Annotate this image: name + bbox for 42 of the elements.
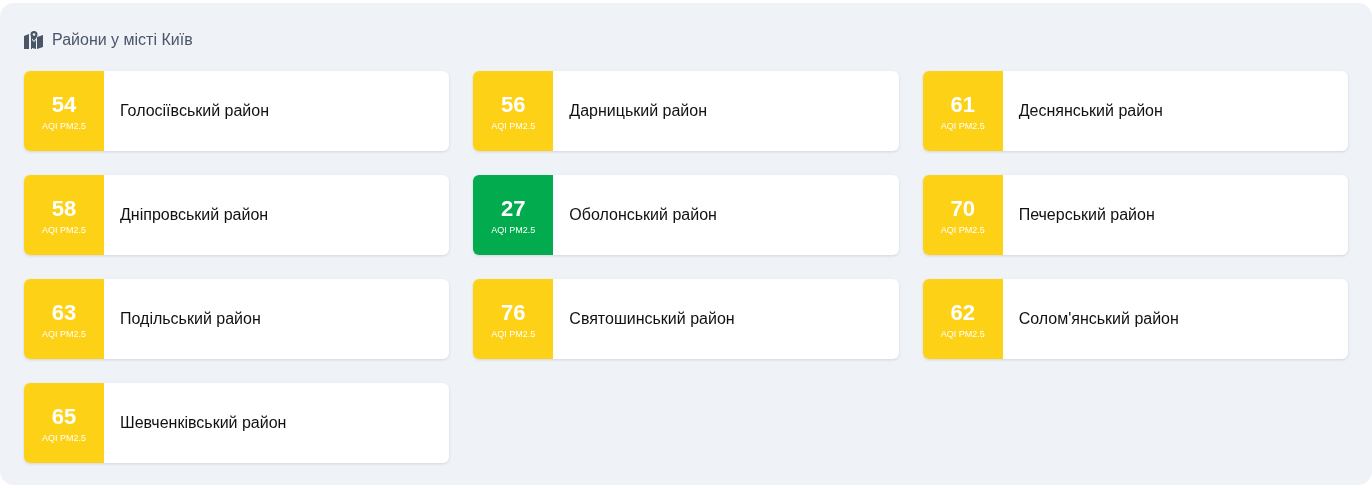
aqi-unit: AQI PM2.5 [491, 224, 536, 235]
aqi-unit: AQI PM2.5 [940, 224, 985, 235]
aqi-unit: AQI PM2.5 [42, 120, 86, 131]
aqi-value: 76 [501, 299, 526, 326]
district-name: Святошинський район [569, 310, 735, 328]
aqi-unit: AQI PM2.5 [940, 328, 985, 339]
district-name: Подільський район [120, 310, 261, 328]
district-card[interactable]: 62 AQI PM2.5 Солом'янський район [922, 279, 1348, 359]
section-title: Райони у місті Київ [52, 31, 193, 49]
district-card[interactable]: 54 AQI PM2.5 Голосіївський район [24, 71, 450, 151]
aqi-value: 63 [51, 299, 77, 326]
aqi-unit: AQI PM2.5 [940, 120, 985, 131]
district-name: Деснянський район [1018, 102, 1163, 120]
aqi-unit: AQI PM2.5 [42, 432, 86, 443]
aqi-unit: AQI PM2.5 [42, 224, 86, 235]
district-card[interactable]: 58 AQI PM2.5 Дніпровський район [24, 175, 450, 255]
district-name: Оболонський район [569, 206, 717, 224]
district-name: Шевченківський район [120, 414, 287, 432]
district-card[interactable]: 27 AQI PM2.5 Оболонський район [473, 175, 899, 255]
aqi-unit: AQI PM2.5 [491, 120, 536, 131]
aqi-value: 27 [501, 195, 526, 222]
district-card[interactable]: 76 AQI PM2.5 Святошинський район [473, 279, 899, 359]
district-name: Дарницький район [569, 102, 708, 120]
aqi-unit: AQI PM2.5 [42, 328, 86, 339]
aqi-unit: AQI PM2.5 [491, 328, 536, 339]
district-card[interactable]: 56 AQI PM2.5 Дарницький район [473, 71, 899, 151]
district-name: Печерський район [1018, 206, 1155, 224]
district-card[interactable]: 61 AQI PM2.5 Деснянський район [922, 71, 1348, 151]
aqi-value: 61 [950, 91, 975, 118]
aqi-value: 54 [51, 91, 77, 118]
district-card[interactable]: 63 AQI PM2.5 Подільський район [24, 279, 450, 359]
aqi-value: 70 [950, 195, 975, 222]
aqi-value: 56 [501, 91, 526, 118]
map-icon [24, 31, 44, 49]
district-name: Голосіївський район [120, 102, 269, 120]
district-card[interactable]: 65 AQI PM2.5 Шевченківський район [24, 383, 450, 463]
district-card[interactable]: 70 AQI PM2.5 Печерський район [922, 175, 1348, 255]
district-name: Дніпровський район [120, 206, 269, 224]
aqi-value: 58 [51, 195, 77, 222]
district-name: Солом'янський район [1018, 310, 1179, 328]
aqi-value: 65 [51, 403, 77, 430]
aqi-value: 62 [950, 299, 975, 326]
